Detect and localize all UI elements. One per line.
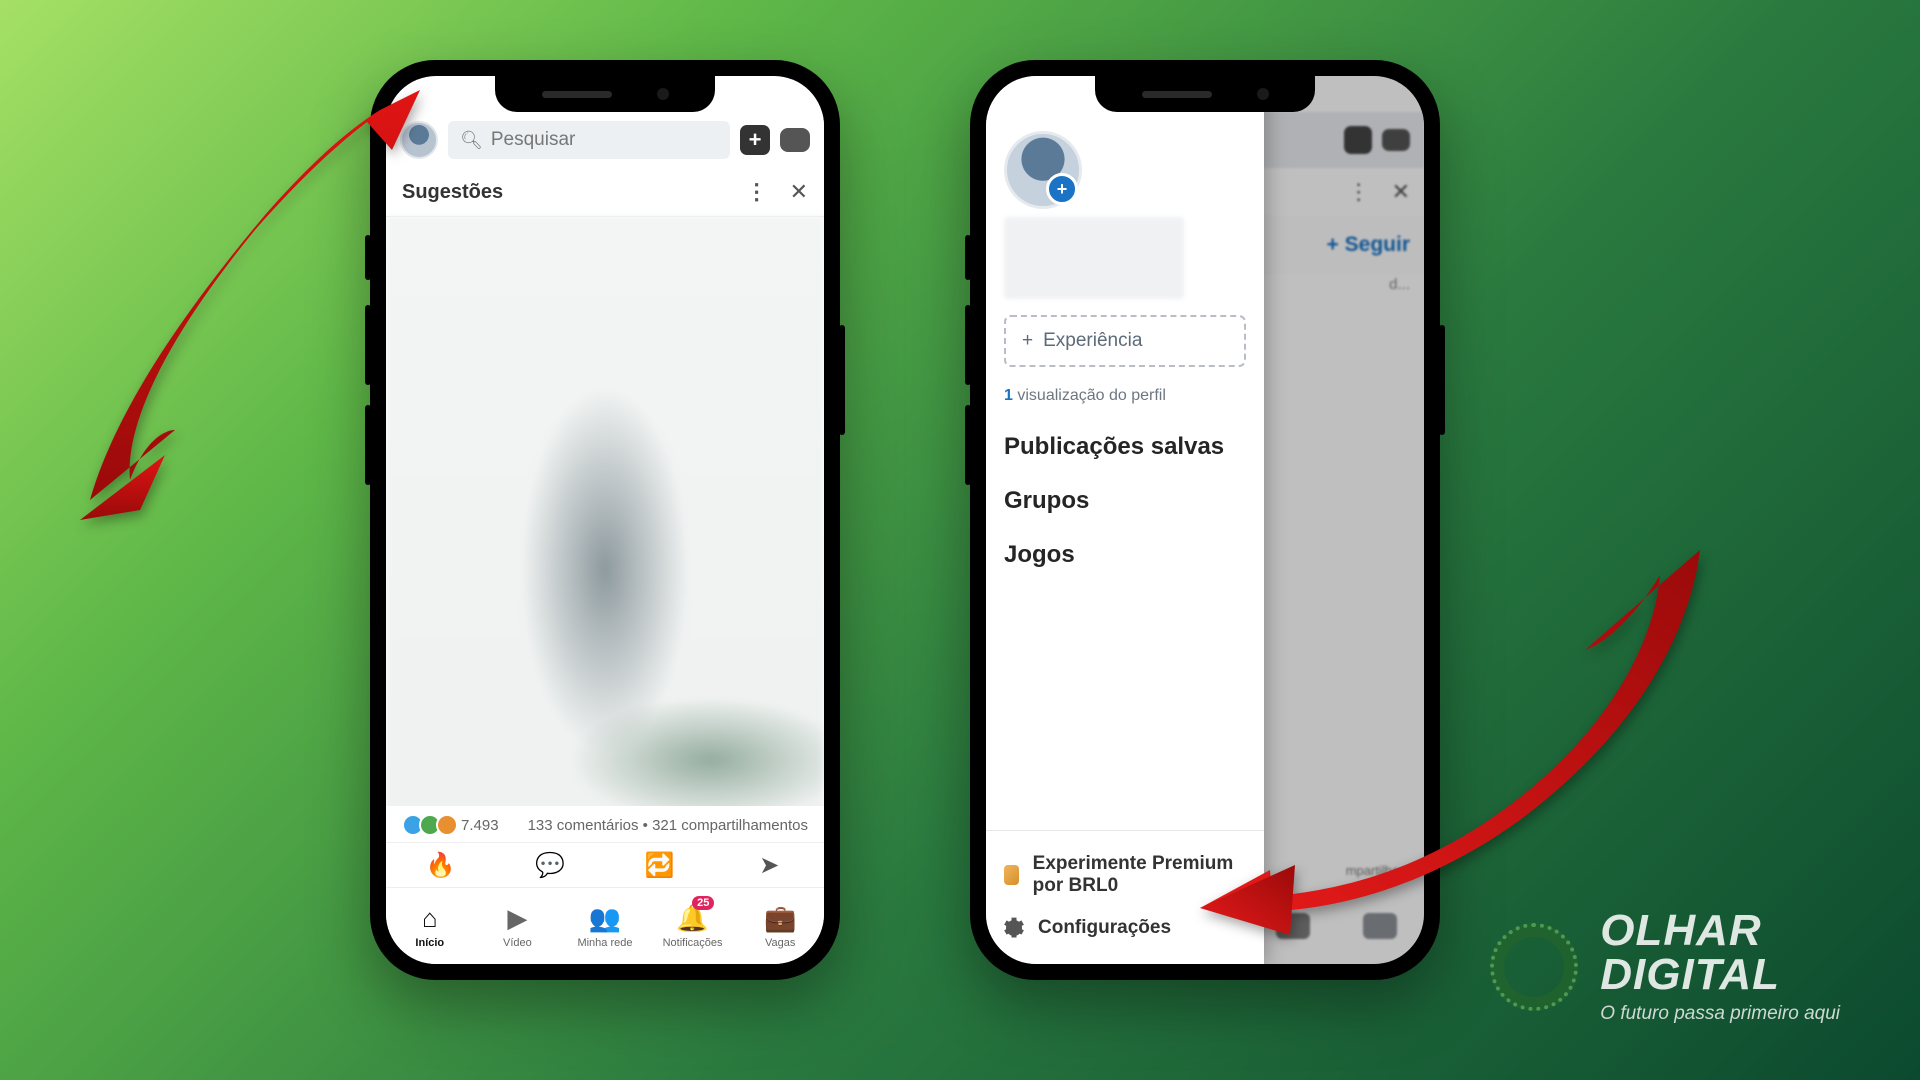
messages-button[interactable] [780,128,810,152]
reaction-icons [402,814,453,836]
profile-name-blurred [1004,217,1184,299]
post-actions: 🔥 💬 🔁 ➤ [386,842,824,888]
volume-button [965,405,971,485]
compose-button[interactable]: + [740,125,770,155]
volume-button [965,305,971,385]
close-icon[interactable]: ✕ [790,179,808,205]
premium-icon [1004,865,1019,885]
network-icon: 👥 [589,903,621,934]
home-icon: ⌂ [422,903,438,934]
bottom-nav: ⌂ Início ▶ Vídeo 👥 Minha rede 🔔 25 Notif… [386,888,824,964]
add-photo-icon[interactable]: + [1046,173,1078,205]
nav-network[interactable]: 👥 Minha rede [561,888,649,964]
kebab-menu-icon[interactable]: ⋮ [746,179,768,205]
nav-notifications[interactable]: 🔔 25 Notificações [649,888,737,964]
nav-home[interactable]: ⌂ Início [386,888,474,964]
annotation-arrow-settings [1200,540,1720,940]
brand-tagline: O futuro passa primeiro aqui [1600,1003,1840,1025]
volume-button [965,235,971,280]
settings-label: Configurações [1038,917,1171,939]
add-experience-button[interactable]: + Experiência [1004,315,1246,367]
video-icon: ▶ [507,903,527,934]
repost-button[interactable]: 🔁 [605,843,715,887]
react-button[interactable]: 🔥 [386,843,496,887]
comment-button[interactable]: 💬 [496,843,606,887]
power-button [1439,325,1445,435]
annotation-arrow-avatar [70,80,500,560]
comments-shares: 133 comentários • 321 compartilhamentos [528,817,808,834]
nav-jobs[interactable]: 💼 Vagas [736,888,824,964]
plus-icon: + [1022,330,1033,352]
menu-groups[interactable]: Grupos [1004,487,1246,515]
phone-notch [1095,76,1315,112]
phone-notch [495,76,715,112]
profile-views[interactable]: 1 visualização do perfil [1004,387,1246,405]
profile-avatar[interactable]: + [1004,131,1076,203]
post-reactions[interactable]: 7.493 133 comentários • 321 compartilham… [386,806,824,844]
power-button [839,325,845,435]
brand-line2: DIGITAL [1600,953,1840,997]
menu-saved-posts[interactable]: Publicações salvas [1004,433,1246,461]
reactions-count: 7.493 [461,817,499,834]
gear-icon [1004,918,1024,938]
briefcase-icon: 💼 [764,903,796,934]
notification-badge: 25 [692,896,714,910]
nav-video[interactable]: ▶ Vídeo [474,888,562,964]
experience-label: Experiência [1043,330,1142,352]
send-button[interactable]: ➤ [715,843,825,887]
search-placeholder: Pesquisar [491,129,576,151]
